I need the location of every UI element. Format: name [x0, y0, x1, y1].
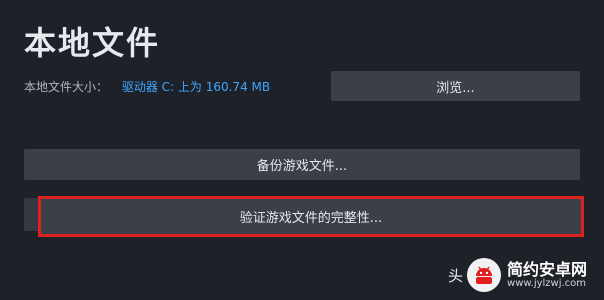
watermark-url: www.jylzwj.com — [507, 278, 587, 290]
browse-button[interactable]: 浏览... — [331, 71, 580, 101]
watermark: 头 简约安卓网 www.jylzwj.com — [448, 250, 604, 300]
watermark-name: 简约安卓网 — [507, 259, 588, 279]
local-file-size-row: 本地文件大小： 驱动器 C: 上为 160.74 MB — [24, 78, 270, 95]
watermark-prefix: 头 — [448, 266, 464, 285]
android-logo-icon — [467, 258, 502, 292]
local-file-size-label: 本地文件大小： — [24, 80, 109, 94]
page-title: 本地文件 — [24, 24, 161, 62]
backup-game-files-button[interactable]: 备份游戏文件... — [24, 149, 580, 180]
verify-integrity-button[interactable]: 验证游戏文件的完整性... — [38, 196, 584, 237]
watermark-text: 简约安卓网 www.jylzwj.com — [507, 261, 587, 290]
local-file-size-value: 驱动器 C: 上为 160.74 MB — [121, 80, 271, 94]
